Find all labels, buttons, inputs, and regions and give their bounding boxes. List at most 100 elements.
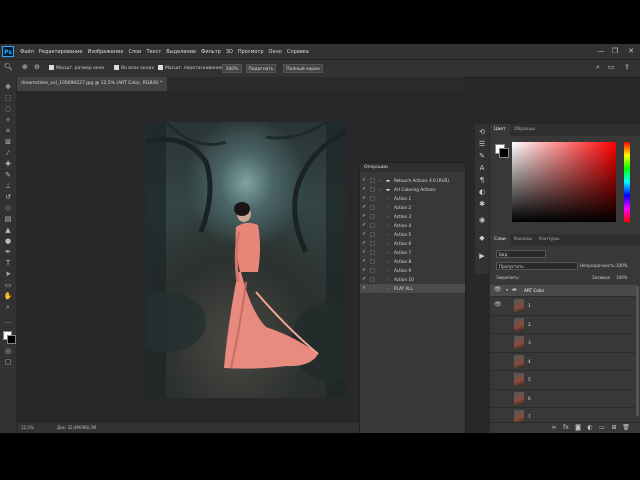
check-icon[interactable]: ✓ (362, 230, 367, 239)
layer-group-row[interactable]: 👁︎ ▾ ▬ ART Color (490, 285, 636, 296)
menu-item[interactable]: Фильтр (201, 49, 221, 55)
resize-windows-option[interactable]: Масшт. размер окон (49, 64, 104, 73)
workspace-icon[interactable]: ▭ (608, 63, 615, 72)
adjustment-layer-icon[interactable]: ◐ (586, 424, 594, 432)
check-icon[interactable]: ✓ (362, 257, 367, 266)
layer-name[interactable]: 1 (528, 297, 531, 315)
chevron-down-icon[interactable]: ▾ (506, 287, 508, 292)
all-windows-option[interactable]: Во всех окнах (114, 64, 154, 73)
layer-row[interactable]: 4 (490, 351, 636, 371)
check-icon[interactable]: ✓ (362, 266, 367, 275)
chevron-right-icon[interactable]: › (388, 239, 390, 248)
fill-value[interactable]: 100% (616, 274, 627, 282)
tab-paths[interactable]: Контуры (535, 234, 564, 246)
link-icon[interactable]: ∞ (550, 424, 558, 432)
actions-panel-icon[interactable]: ▶ (477, 252, 487, 261)
hand-tool-icon[interactable]: ✋ (3, 292, 13, 300)
action-row[interactable]: ✓ › Action 9 (360, 266, 465, 275)
share-icon[interactable]: ⇪ (624, 63, 630, 72)
layer-name[interactable]: 2 (528, 316, 531, 334)
chevron-right-icon[interactable]: › (379, 176, 381, 185)
menu-item[interactable]: Справка (287, 49, 309, 55)
document-tab[interactable]: dreamstime_xxl_105690227.jpg @ 12,5% (AR… (17, 77, 167, 91)
chevron-right-icon[interactable]: › (388, 212, 390, 221)
document-photo[interactable] (146, 122, 346, 398)
chevron-right-icon[interactable]: › (388, 194, 390, 203)
dialog-toggle-box[interactable] (370, 241, 375, 246)
chevron-right-icon[interactable]: › (388, 230, 390, 239)
libraries-icon[interactable]: ◆ (477, 234, 487, 243)
chevron-right-icon[interactable]: › (388, 248, 390, 257)
menu-item[interactable]: Выделение (166, 49, 196, 55)
maximize-button[interactable]: ❐ (608, 44, 622, 59)
zoom-level[interactable]: 12,5% (21, 423, 34, 433)
menu-item[interactable]: Файл (20, 49, 34, 55)
dialog-toggle-box[interactable] (370, 205, 375, 210)
delete-layer-icon[interactable]: 🗑︎ (622, 424, 630, 432)
action-set-row[interactable]: ✓ › ▬ Retouch Actions 4.0 (RUS) (360, 176, 465, 185)
tab-color[interactable]: Цвет (490, 124, 510, 136)
dialog-toggle-box[interactable] (370, 223, 375, 228)
menu-item[interactable]: Текст (146, 49, 161, 55)
path-selection-tool-icon[interactable]: ➤ (3, 270, 13, 278)
zoom-tool-sidebar-icon[interactable]: ⌕ (3, 303, 13, 311)
character-icon[interactable]: A (477, 164, 487, 173)
action-row[interactable]: ✓ › Action 7 (360, 248, 465, 257)
chevron-right-icon[interactable]: › (379, 185, 381, 194)
layer-row[interactable]: 3 (490, 333, 636, 351)
menu-item[interactable]: Окно (269, 49, 282, 55)
menu-item[interactable]: Изображение (87, 49, 123, 55)
chevron-right-icon[interactable]: › (388, 284, 390, 293)
zoom-out-icon[interactable]: ⊖ (34, 63, 40, 72)
visibility-eye-icon[interactable]: 👁︎ (494, 286, 502, 293)
blur-tool-icon[interactable]: ▲ (3, 226, 13, 234)
close-button[interactable]: ✕ (624, 44, 638, 59)
action-row[interactable]: ✓ › Action 2 (360, 203, 465, 212)
dialog-toggle-box[interactable] (370, 250, 375, 255)
dialog-toggle-box[interactable] (370, 286, 375, 291)
visibility-eye-icon[interactable] (494, 357, 502, 365)
visibility-eye-icon[interactable]: 👁︎ (494, 301, 502, 309)
chevron-right-icon[interactable]: › (388, 275, 390, 284)
fill-screen-button[interactable]: Полный экран (283, 64, 323, 73)
actions-panel-title[interactable]: Операции (360, 163, 465, 172)
action-row[interactable]: ✓ › Action 4 (360, 221, 465, 230)
dialog-toggle-box[interactable] (370, 232, 375, 237)
visibility-eye-icon[interactable] (494, 412, 502, 420)
quick-mask-icon[interactable]: ◎ (3, 347, 13, 355)
layer-name[interactable]: 6 (528, 390, 531, 408)
visibility-eye-icon[interactable] (494, 375, 502, 383)
layer-row[interactable]: 5 (490, 370, 636, 388)
tab-channels[interactable]: Каналы (510, 234, 536, 246)
dialog-toggle-box[interactable] (370, 196, 375, 201)
action-row[interactable]: ✓ › Action 3 (360, 212, 465, 221)
chevron-right-icon[interactable]: › (388, 203, 390, 212)
color-picker-field[interactable] (512, 142, 616, 222)
action-row[interactable]: ✓ › PLAY ALL (360, 284, 465, 293)
frame-tool-icon[interactable]: ⊠ (3, 138, 13, 146)
check-icon[interactable]: ✓ (362, 248, 367, 257)
menu-item[interactable]: Редактирование (39, 49, 83, 55)
paragraph-icon[interactable]: ¶ (477, 176, 487, 185)
opacity-value[interactable]: 100% (616, 262, 627, 270)
menu-item[interactable]: Просмотр (238, 49, 264, 55)
action-row[interactable]: ✓ › Action 8 (360, 257, 465, 266)
blend-mode-dropdown[interactable]: Пропустить (496, 262, 578, 270)
tab-layers[interactable]: Слои (490, 234, 510, 246)
glyphs-icon[interactable]: ◉ (477, 216, 487, 225)
new-layer-icon[interactable]: ⊞ (610, 424, 618, 432)
check-icon[interactable]: ✓ (362, 275, 367, 284)
magic-wand-tool-icon[interactable]: ✧ (3, 116, 13, 124)
eraser-tool-icon[interactable]: ◇ (3, 204, 13, 212)
minimize-button[interactable]: — (594, 44, 608, 59)
scrubby-zoom-option[interactable]: Масшт. перетаскиванием (158, 64, 226, 73)
hue-slider[interactable] (624, 142, 630, 222)
action-row[interactable]: ✓ › Action 10 (360, 275, 465, 284)
check-icon[interactable]: ✓ (362, 185, 367, 194)
layer-name[interactable]: 4 (528, 353, 531, 371)
layer-name[interactable]: 3 (528, 334, 531, 352)
layer-row[interactable]: 👁︎ 1 (490, 296, 636, 314)
group-name[interactable]: ART Color (524, 285, 544, 296)
check-icon[interactable]: ✓ (362, 239, 367, 248)
mask-icon[interactable]: ◙ (574, 424, 582, 432)
